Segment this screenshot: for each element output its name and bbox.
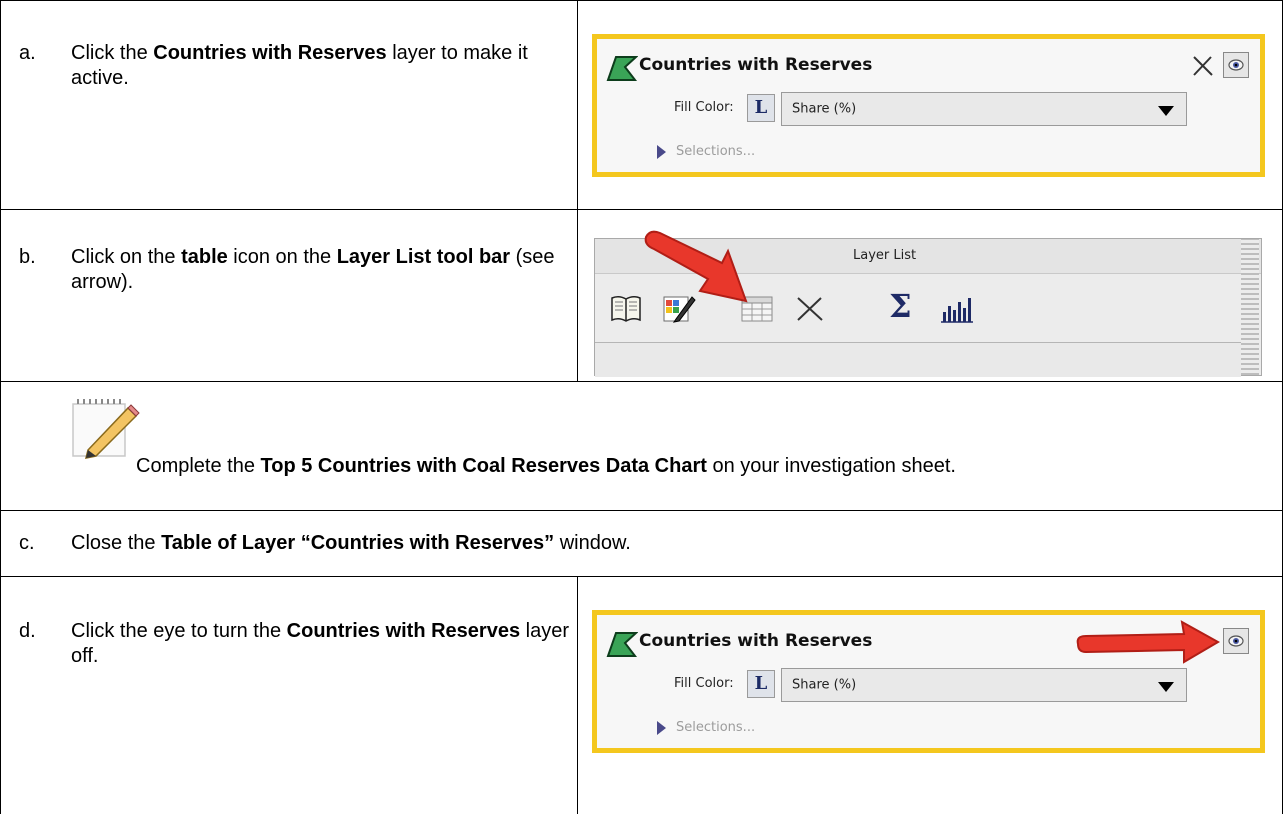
layer-title: Countries with Reserves <box>639 55 873 75</box>
fill-color-legend-button[interactable]: L <box>747 94 775 122</box>
fill-color-legend-button[interactable]: L <box>747 670 775 698</box>
chevron-down-icon <box>1158 682 1174 692</box>
toolbar-grip <box>1241 239 1259 375</box>
fill-color-label: Fill Color: <box>674 100 734 115</box>
fill-color-dropdown[interactable]: Share (%) <box>781 92 1187 126</box>
table-border-left <box>0 0 1 814</box>
pointer-arrow-icon <box>1076 620 1221 664</box>
row-divider-1 <box>0 209 1283 210</box>
column-divider-bottom <box>577 576 578 814</box>
fill-color-dropdown[interactable]: Share (%) <box>781 668 1187 702</box>
eye-icon <box>1228 59 1244 71</box>
layer-title: Countries with Reserves <box>639 631 873 651</box>
step-a-text: Click the Countries with Reserves layer … <box>71 42 528 89</box>
layer-list-title: Layer List <box>853 248 917 263</box>
eye-icon <box>1228 635 1244 647</box>
delete-icon[interactable] <box>795 295 825 323</box>
row-divider-4 <box>0 576 1283 577</box>
step-c-text: Close the Table of Layer “Countries with… <box>71 532 631 554</box>
expand-triangle-icon[interactable] <box>657 145 666 159</box>
layer-polygon-icon <box>606 632 638 657</box>
eye-toggle-button[interactable] <box>1223 628 1249 654</box>
step-a-letter: a. <box>19 42 36 64</box>
column-divider-top <box>577 0 578 381</box>
selections-label[interactable]: Selections... <box>676 720 755 735</box>
row-divider-2 <box>0 381 1283 382</box>
fill-color-label: Fill Color: <box>674 676 734 691</box>
expand-triangle-icon[interactable] <box>657 721 666 735</box>
histogram-icon[interactable] <box>939 294 975 324</box>
layer-panel-active[interactable]: Countries with Reserves Fill Color: L Sh… <box>592 34 1265 177</box>
step-d-text: Click the eye to turn the Countries with… <box>71 620 569 667</box>
step-c-letter: c. <box>19 532 35 554</box>
selections-label[interactable]: Selections... <box>676 144 755 159</box>
chevron-down-icon <box>1158 106 1174 116</box>
fill-color-value: Share (%) <box>792 101 857 117</box>
step-b-letter: b. <box>19 246 36 268</box>
toolbar-content-area <box>595 342 1241 377</box>
note-text: Complete the Top 5 Countries with Coal R… <box>136 455 956 477</box>
book-icon[interactable] <box>609 293 643 323</box>
layer-polygon-icon <box>606 56 638 81</box>
row-divider-3 <box>0 510 1283 511</box>
step-b-text: Click on the table icon on the Layer Lis… <box>71 246 555 293</box>
remove-layer-icon[interactable] <box>1191 55 1215 77</box>
table-border-top <box>0 0 1283 1</box>
sigma-icon[interactable]: Σ <box>889 287 912 325</box>
fill-color-value: Share (%) <box>792 677 857 693</box>
pointer-arrow-icon <box>644 230 748 303</box>
eye-toggle-button[interactable] <box>1223 52 1249 78</box>
step-d-letter: d. <box>19 620 36 642</box>
notepad-pencil-icon <box>72 399 140 459</box>
